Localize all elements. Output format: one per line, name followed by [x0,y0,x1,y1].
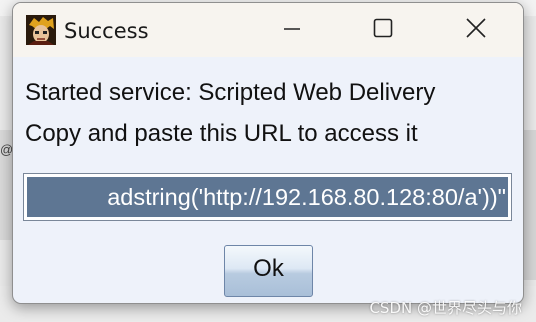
ok-button[interactable]: Ok [224,245,313,297]
metasploit-avatar-icon [26,15,56,45]
close-button[interactable] [453,3,499,57]
url-selection[interactable]: adstring('http://192.168.80.128:80/a'))" [27,177,508,217]
success-dialog: Success Started service: Scripted Web De… [12,2,524,304]
url-text[interactable]: adstring('http://192.168.80.128:80/a'))" [107,184,508,211]
watermark: CSDN @世界尽头与你 [369,299,522,317]
message-service-started: Started service: Scripted Web Delivery [25,79,436,106]
background-app-right [522,130,536,280]
title-bar[interactable]: Success [13,3,523,57]
message-copy-instructions: Copy and paste this URL to access it [25,120,418,147]
minimize-icon [283,19,301,42]
maximize-icon [373,18,393,43]
url-input[interactable]: adstring('http://192.168.80.128:80/a'))" [23,173,512,221]
maximize-button[interactable] [360,3,406,57]
dialog-title: Success [64,19,149,43]
close-icon [465,17,487,44]
minimize-button[interactable] [269,3,315,57]
